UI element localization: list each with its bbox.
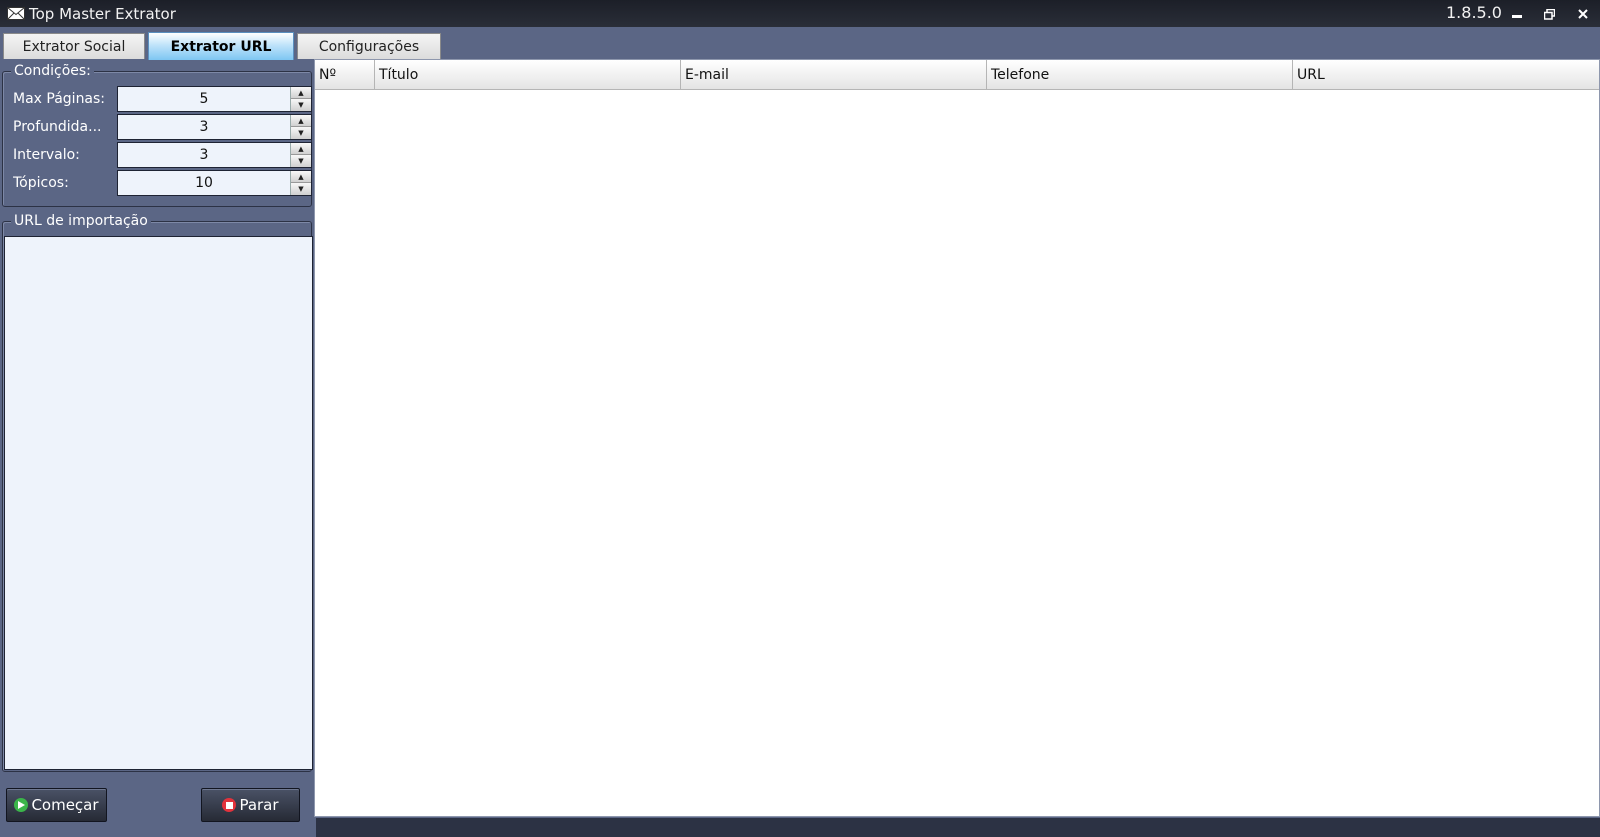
column-header-number[interactable]: Nº: [315, 60, 375, 90]
horizontal-scrollbar[interactable]: [316, 818, 1600, 837]
topics-spin-buttons: ▲ ▼: [290, 171, 311, 195]
tab-strip: Extrator Social Extrator URL Configuraçõ…: [0, 30, 1600, 60]
tab-configuracoes[interactable]: Configurações: [297, 33, 441, 59]
column-header-url[interactable]: URL: [1293, 60, 1599, 90]
minimize-button[interactable]: [1506, 4, 1528, 24]
depth-value[interactable]: 3: [118, 115, 290, 139]
stop-icon: [222, 798, 237, 812]
stop-button-label: Parar: [239, 796, 279, 814]
conditions-group: Condições: Max Páginas: 5 ▲ ▼ Profundida…: [2, 62, 312, 207]
max-pages-label: Max Páginas:: [13, 91, 106, 107]
max-pages-row: Max Páginas:: [13, 86, 117, 112]
title-bar: Top Master Extrator 1.8.5.0: [0, 0, 1600, 27]
left-panel: Condições: Max Páginas: 5 ▲ ▼ Profundida…: [0, 59, 314, 837]
spin-up-icon[interactable]: ▲: [291, 143, 311, 155]
window-title: Top Master Extrator: [29, 4, 176, 23]
envelope-icon: [7, 7, 25, 21]
play-icon: [14, 798, 29, 812]
interval-row: Intervalo:: [13, 142, 117, 168]
tab-extrator-url[interactable]: Extrator URL: [148, 32, 294, 60]
stop-button[interactable]: Parar: [201, 788, 300, 822]
minimize-icon: [1512, 15, 1522, 18]
topics-row: Tópicos:: [13, 170, 117, 196]
depth-label: Profundida...: [13, 119, 102, 135]
conditions-title: Condições:: [11, 62, 94, 80]
close-button[interactable]: [1572, 4, 1594, 24]
spin-down-icon[interactable]: ▼: [291, 183, 311, 195]
max-pages-value[interactable]: 5: [118, 87, 290, 111]
results-grid[interactable]: Nº Título E-mail Telefone URL: [314, 59, 1600, 817]
start-button-label: Começar: [31, 796, 99, 814]
spin-down-icon[interactable]: ▼: [291, 155, 311, 167]
topics-label: Tópicos:: [13, 175, 69, 191]
tab-extrator-social[interactable]: Extrator Social: [3, 33, 145, 59]
import-url-title: URL de importação: [11, 212, 151, 230]
grid-header: Nº Título E-mail Telefone URL: [315, 60, 1600, 90]
interval-value[interactable]: 3: [118, 143, 290, 167]
depth-row: Profundida...: [13, 114, 117, 140]
max-pages-spinner[interactable]: 5 ▲ ▼: [117, 86, 312, 112]
import-url-group: URL de importação: [2, 212, 313, 772]
interval-spinner[interactable]: 3 ▲ ▼: [117, 142, 312, 168]
depth-spinner[interactable]: 3 ▲ ▼: [117, 114, 312, 140]
column-header-phone[interactable]: Telefone: [987, 60, 1293, 90]
spin-down-icon[interactable]: ▼: [291, 99, 311, 111]
spin-up-icon[interactable]: ▲: [291, 115, 311, 127]
spin-up-icon[interactable]: ▲: [291, 87, 311, 99]
topics-spinner[interactable]: 10 ▲ ▼: [117, 170, 312, 196]
max-pages-spin-buttons: ▲ ▼: [290, 87, 311, 111]
restore-button[interactable]: [1538, 4, 1560, 24]
restore-icon: [1543, 8, 1555, 20]
topics-value[interactable]: 10: [118, 171, 290, 195]
start-button[interactable]: Começar: [6, 788, 107, 822]
spin-up-icon[interactable]: ▲: [291, 171, 311, 183]
import-url-textarea[interactable]: [4, 236, 313, 770]
column-header-email[interactable]: E-mail: [681, 60, 987, 90]
spin-down-icon[interactable]: ▼: [291, 127, 311, 139]
depth-spin-buttons: ▲ ▼: [290, 115, 311, 139]
column-header-title[interactable]: Título: [375, 60, 681, 90]
interval-spin-buttons: ▲ ▼: [290, 143, 311, 167]
interval-label: Intervalo:: [13, 147, 80, 163]
close-icon: [1578, 9, 1588, 19]
version-label: 1.8.5.0: [1446, 3, 1502, 22]
